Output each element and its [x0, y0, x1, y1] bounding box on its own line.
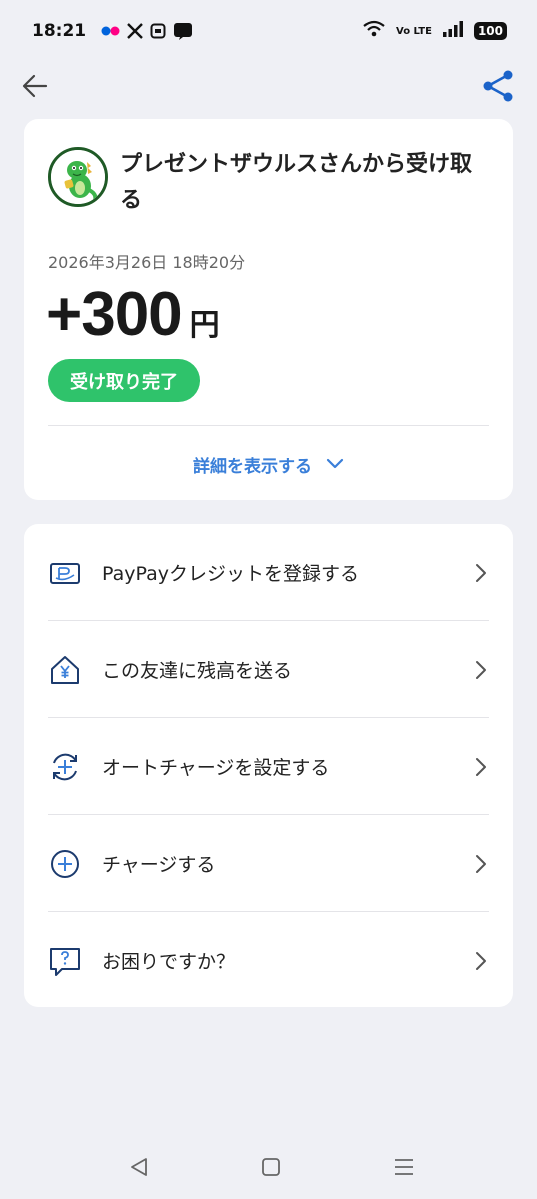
menu-item-register-paypay-credit[interactable]: PayPayクレジットを登録する [24, 524, 513, 621]
status-badge: 受け取り完了 [48, 359, 200, 402]
chevron-right-icon [476, 660, 486, 679]
menu-item-label: お困りですか？ [102, 951, 236, 973]
nav-back-icon [131, 1158, 147, 1176]
paypay-card-icon [50, 562, 80, 584]
amount: +300 円 [46, 279, 220, 350]
transaction-datetime: 2026年3月26日 18時20分 [48, 253, 246, 272]
divider [48, 425, 489, 426]
chevron-down-icon [326, 458, 344, 469]
x-icon [127, 23, 143, 39]
nav-back-button[interactable] [127, 1155, 151, 1179]
auto-charge-icon [53, 753, 77, 780]
chevron-right-icon [476, 854, 486, 873]
top-app-bar [0, 62, 537, 112]
line-icon [173, 22, 193, 40]
menu-item-label: チャージする [102, 854, 216, 876]
nav-recents-button[interactable] [392, 1155, 416, 1179]
help-icon [50, 947, 80, 976]
amount-unit: 円 [189, 308, 220, 343]
status-bar: 18:21 Vo LTE 100 [0, 0, 537, 62]
status-indicators: Vo LTE 100 [362, 20, 507, 42]
menu-item-send-balance[interactable]: この友達に残高を送る [24, 621, 513, 718]
battery-indicator: 100 [473, 22, 507, 40]
share-icon [483, 70, 513, 102]
app-icon [150, 23, 166, 39]
system-nav-bar [0, 1135, 537, 1199]
transaction-title: プレゼントザウルスさんから受け取る [120, 152, 473, 213]
send-money-icon [51, 655, 79, 684]
wifi-icon [362, 20, 386, 42]
nav-home-button[interactable] [259, 1155, 283, 1179]
charge-icon [51, 849, 79, 878]
flickr-icon [100, 25, 120, 37]
show-details-label: 詳細を表示する [193, 456, 312, 477]
menu-item-help[interactable]: お困りですか？ [24, 912, 513, 1009]
menu-item-label: オートチャージを設定する [102, 757, 330, 779]
menu-item-auto-charge[interactable]: オートチャージを設定する [24, 718, 513, 815]
arrow-left-icon [22, 74, 48, 98]
menu-item-label: PayPayクレジットを登録する [102, 563, 359, 585]
show-details-button[interactable]: 詳細を表示する [24, 449, 513, 479]
dinosaur-avatar-icon [51, 150, 105, 204]
avatar [48, 147, 108, 207]
status-time: 18:21 [32, 21, 87, 41]
back-button[interactable] [20, 70, 52, 102]
signal-icon [442, 20, 464, 42]
chevron-right-icon [476, 563, 486, 582]
nav-recents-icon [395, 1159, 413, 1175]
transaction-card: プレゼントザウルスさんから受け取る 2026年3月26日 18時20分 +300… [24, 119, 513, 500]
menu-item-label: この友達に残高を送る [102, 660, 293, 682]
share-button[interactable] [480, 68, 516, 104]
chevron-right-icon [476, 951, 486, 970]
actions-card: PayPayクレジットを登録する この友達に残高を送る オートチャージを設定する… [24, 524, 513, 1007]
nav-home-icon [262, 1158, 280, 1176]
menu-item-charge[interactable]: チャージする [24, 815, 513, 912]
amount-value: +300 [46, 280, 183, 349]
network-label: Vo LTE [396, 25, 432, 37]
chevron-right-icon [476, 757, 486, 776]
notification-icons [100, 22, 193, 40]
